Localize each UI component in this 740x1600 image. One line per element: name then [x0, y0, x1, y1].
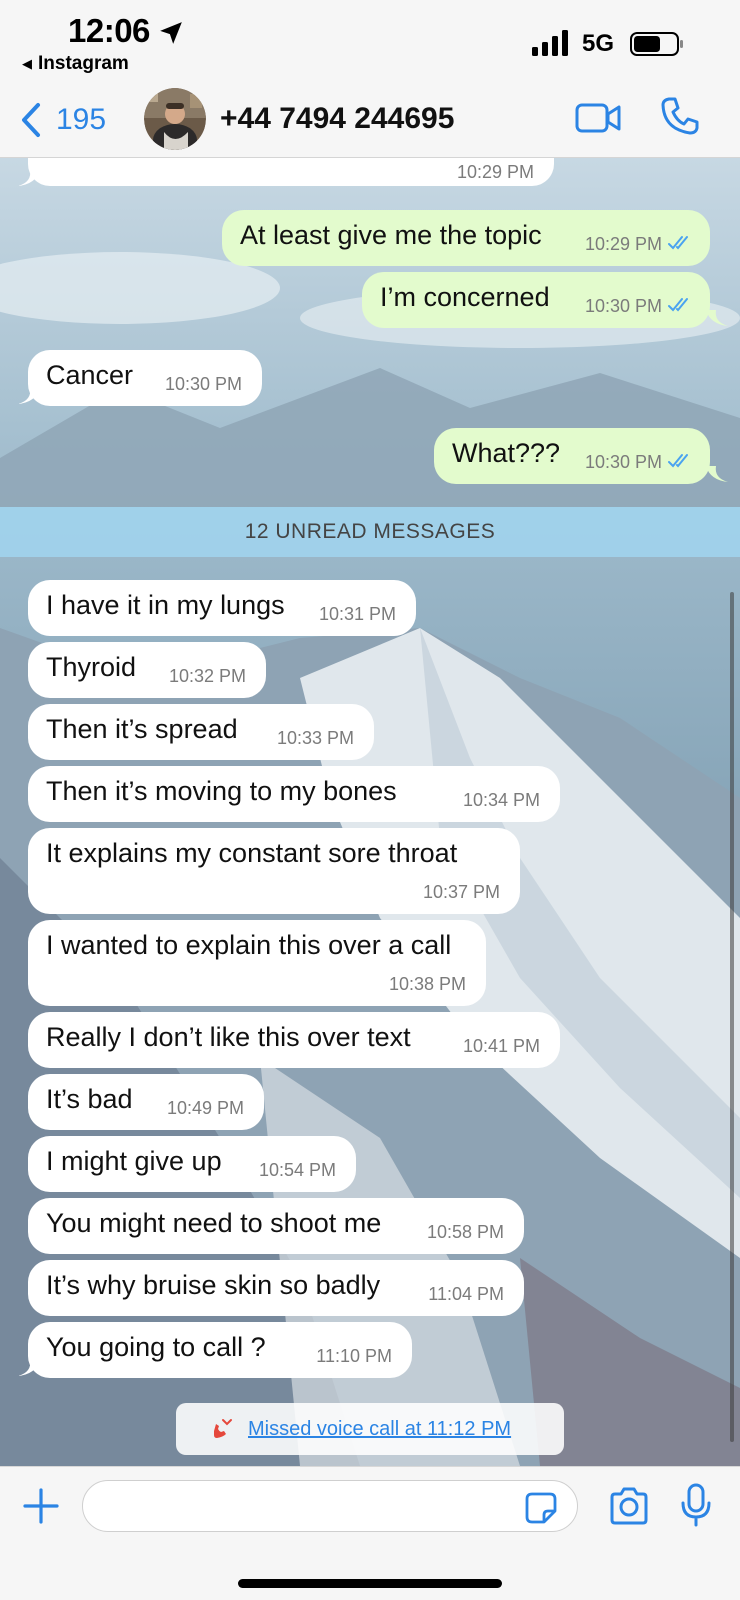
message-incoming[interactable]: 10:29 PM	[28, 158, 554, 186]
camera-icon[interactable]	[608, 1487, 650, 1525]
message-incoming[interactable]: I have it in my lungs 10:31 PM	[28, 580, 416, 636]
message-incoming[interactable]: You might need to shoot me 10:58 PM	[28, 1198, 524, 1254]
message-time: 10:32 PM	[168, 666, 246, 686]
chevron-left-icon	[22, 103, 40, 137]
message-text: It’s why bruise skin so badly	[46, 1270, 381, 1300]
message-text: Really I don’t like this over text	[46, 1022, 411, 1052]
message-incoming[interactable]: It’s bad 10:49 PM	[28, 1074, 264, 1130]
message-time: 10:29 PM	[456, 162, 534, 182]
message-time: 10:30 PM	[584, 296, 662, 316]
double-check-icon	[668, 236, 688, 250]
message-input[interactable]	[82, 1480, 578, 1532]
message-text: You might need to shoot me	[46, 1208, 382, 1238]
bubble-tail	[18, 1360, 40, 1376]
missed-call-icon	[214, 1419, 232, 1438]
chat-header: 195 +44 7494 244695	[0, 84, 740, 158]
message-incoming[interactable]: It’s why bruise skin so badly 11:04 PM	[28, 1260, 524, 1316]
status-time: 12:06	[68, 12, 150, 49]
message-time: 11:04 PM	[428, 1284, 504, 1304]
message-text: It’s bad	[46, 1084, 133, 1114]
message-text: Cancer	[46, 360, 134, 390]
message-text: At least give me the topic	[240, 220, 542, 250]
message-time: 10:34 PM	[462, 790, 540, 810]
message-time: 10:38 PM	[388, 974, 466, 994]
message-incoming[interactable]: I wanted to explain this over a call 10:…	[28, 920, 486, 1006]
message-time: 10:37 PM	[422, 882, 500, 902]
message-time: 10:30 PM	[584, 452, 662, 472]
double-check-icon	[668, 298, 688, 312]
double-check-icon	[668, 454, 688, 468]
unread-messages-divider: 12 UNREAD MESSAGES	[0, 507, 740, 557]
message-text: Then it’s spread	[46, 714, 238, 744]
unread-chat-count: 195	[56, 103, 107, 136]
message-outgoing[interactable]: At least give me the topic 10:29 PM	[222, 210, 710, 266]
video-camera-icon[interactable]	[575, 100, 621, 136]
missed-call-link[interactable]: Missed voice call at 11:12 PM	[248, 1418, 511, 1441]
message-text: I’m concerned	[380, 282, 550, 312]
message-text: I wanted to explain this over a call	[46, 930, 452, 960]
message-incoming[interactable]: Cancer 10:30 PM	[28, 350, 262, 406]
message-outgoing[interactable]: I’m concerned 10:30 PM	[362, 272, 710, 328]
message-incoming[interactable]: Really I don’t like this over text 10:41…	[28, 1012, 560, 1068]
network-type: 5G	[582, 30, 615, 57]
message-incoming[interactable]: You going to call ? 11:10 PM	[28, 1322, 412, 1378]
message-incoming[interactable]: Then it’s spread 10:33 PM	[28, 704, 374, 760]
battery-icon	[630, 32, 683, 56]
message-incoming[interactable]: I might give up 10:54 PM	[28, 1136, 356, 1192]
message-time: 10:30 PM	[164, 374, 242, 394]
bubble-tail	[706, 466, 728, 482]
bubble-tail	[706, 310, 728, 326]
missed-call-notice[interactable]: Missed voice call at 11:12 PM	[176, 1403, 564, 1455]
back-app-label: Instagram	[38, 53, 129, 74]
avatar[interactable]	[144, 88, 206, 150]
status-bar: 12:06 ◀ Instagram 5G	[0, 0, 740, 84]
message-incoming[interactable]: Then it’s moving to my bones 10:34 PM	[28, 766, 560, 822]
message-time: 10:58 PM	[426, 1222, 504, 1242]
message-time: 10:29 PM	[584, 234, 662, 254]
location-arrow-icon	[160, 22, 182, 44]
contact-name[interactable]: +44 7494 244695	[220, 102, 454, 136]
message-outgoing[interactable]: What??? 10:30 PM	[434, 428, 710, 484]
message-text: Thyroid	[46, 652, 137, 682]
message-incoming[interactable]: Thyroid 10:32 PM	[28, 642, 266, 698]
message-time: 10:33 PM	[276, 728, 354, 748]
bubble-tail	[18, 170, 40, 186]
home-indicator[interactable]	[238, 1579, 502, 1588]
bubble-tail	[18, 388, 40, 404]
message-time: 10:41 PM	[462, 1036, 540, 1056]
message-text: I might give up	[46, 1146, 222, 1176]
back-to-app-link[interactable]: ◀ Instagram	[22, 53, 129, 75]
plus-icon[interactable]	[22, 1487, 60, 1525]
message-time: 10:49 PM	[166, 1098, 244, 1118]
message-time: 10:54 PM	[258, 1160, 336, 1180]
back-button[interactable]: 195	[20, 100, 106, 140]
message-text: Then it’s moving to my bones	[46, 776, 397, 806]
microphone-icon[interactable]	[680, 1483, 712, 1527]
message-incoming[interactable]: It explains my constant sore throat 10:3…	[28, 828, 520, 914]
chat-scrollbar[interactable]	[730, 592, 734, 1442]
message-text: It explains my constant sore throat	[46, 838, 458, 868]
back-triangle-icon: ◀	[22, 56, 32, 71]
signal-bars-icon	[532, 30, 568, 56]
message-text: What???	[452, 438, 561, 468]
phone-icon[interactable]	[660, 96, 700, 136]
chat-area[interactable]: 10:29 PM At least give me the topic 10:2…	[0, 158, 740, 1466]
message-time: 11:10 PM	[316, 1346, 392, 1366]
message-text: I have it in my lungs	[46, 590, 285, 620]
message-time: 10:31 PM	[318, 604, 396, 624]
composer-bar	[0, 1466, 740, 1600]
message-text: You going to call ?	[46, 1332, 266, 1362]
sticker-icon[interactable]	[524, 1491, 558, 1525]
